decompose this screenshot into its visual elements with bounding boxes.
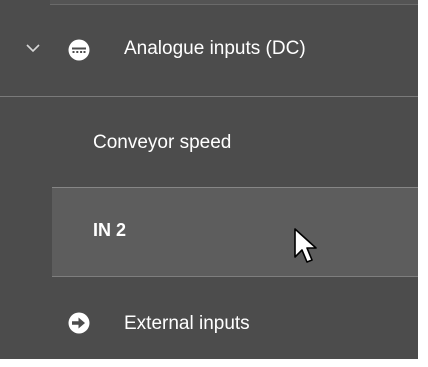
external-inputs-icon xyxy=(68,312,90,334)
tree-group-label: Analogue inputs (DC) xyxy=(124,38,306,59)
tree-item-in-2[interactable]: IN 2 xyxy=(52,187,418,277)
tree-group-label: External inputs xyxy=(124,313,250,334)
tree-panel: Analogue inputs (DC) Conveyor speed IN 2… xyxy=(0,0,418,359)
tree-item-conveyor-speed[interactable]: Conveyor speed xyxy=(52,97,418,187)
tree-group-external-inputs[interactable]: External inputs xyxy=(0,279,418,359)
tree-item-label: Conveyor speed xyxy=(93,132,232,153)
tree-group-analogue-inputs[interactable]: Analogue inputs (DC) xyxy=(0,5,418,95)
mouse-pointer-icon xyxy=(294,228,317,263)
analogue-inputs-icon xyxy=(68,39,90,61)
chevron-down-icon[interactable] xyxy=(26,44,40,53)
tree-item-label: IN 2 xyxy=(93,220,127,240)
